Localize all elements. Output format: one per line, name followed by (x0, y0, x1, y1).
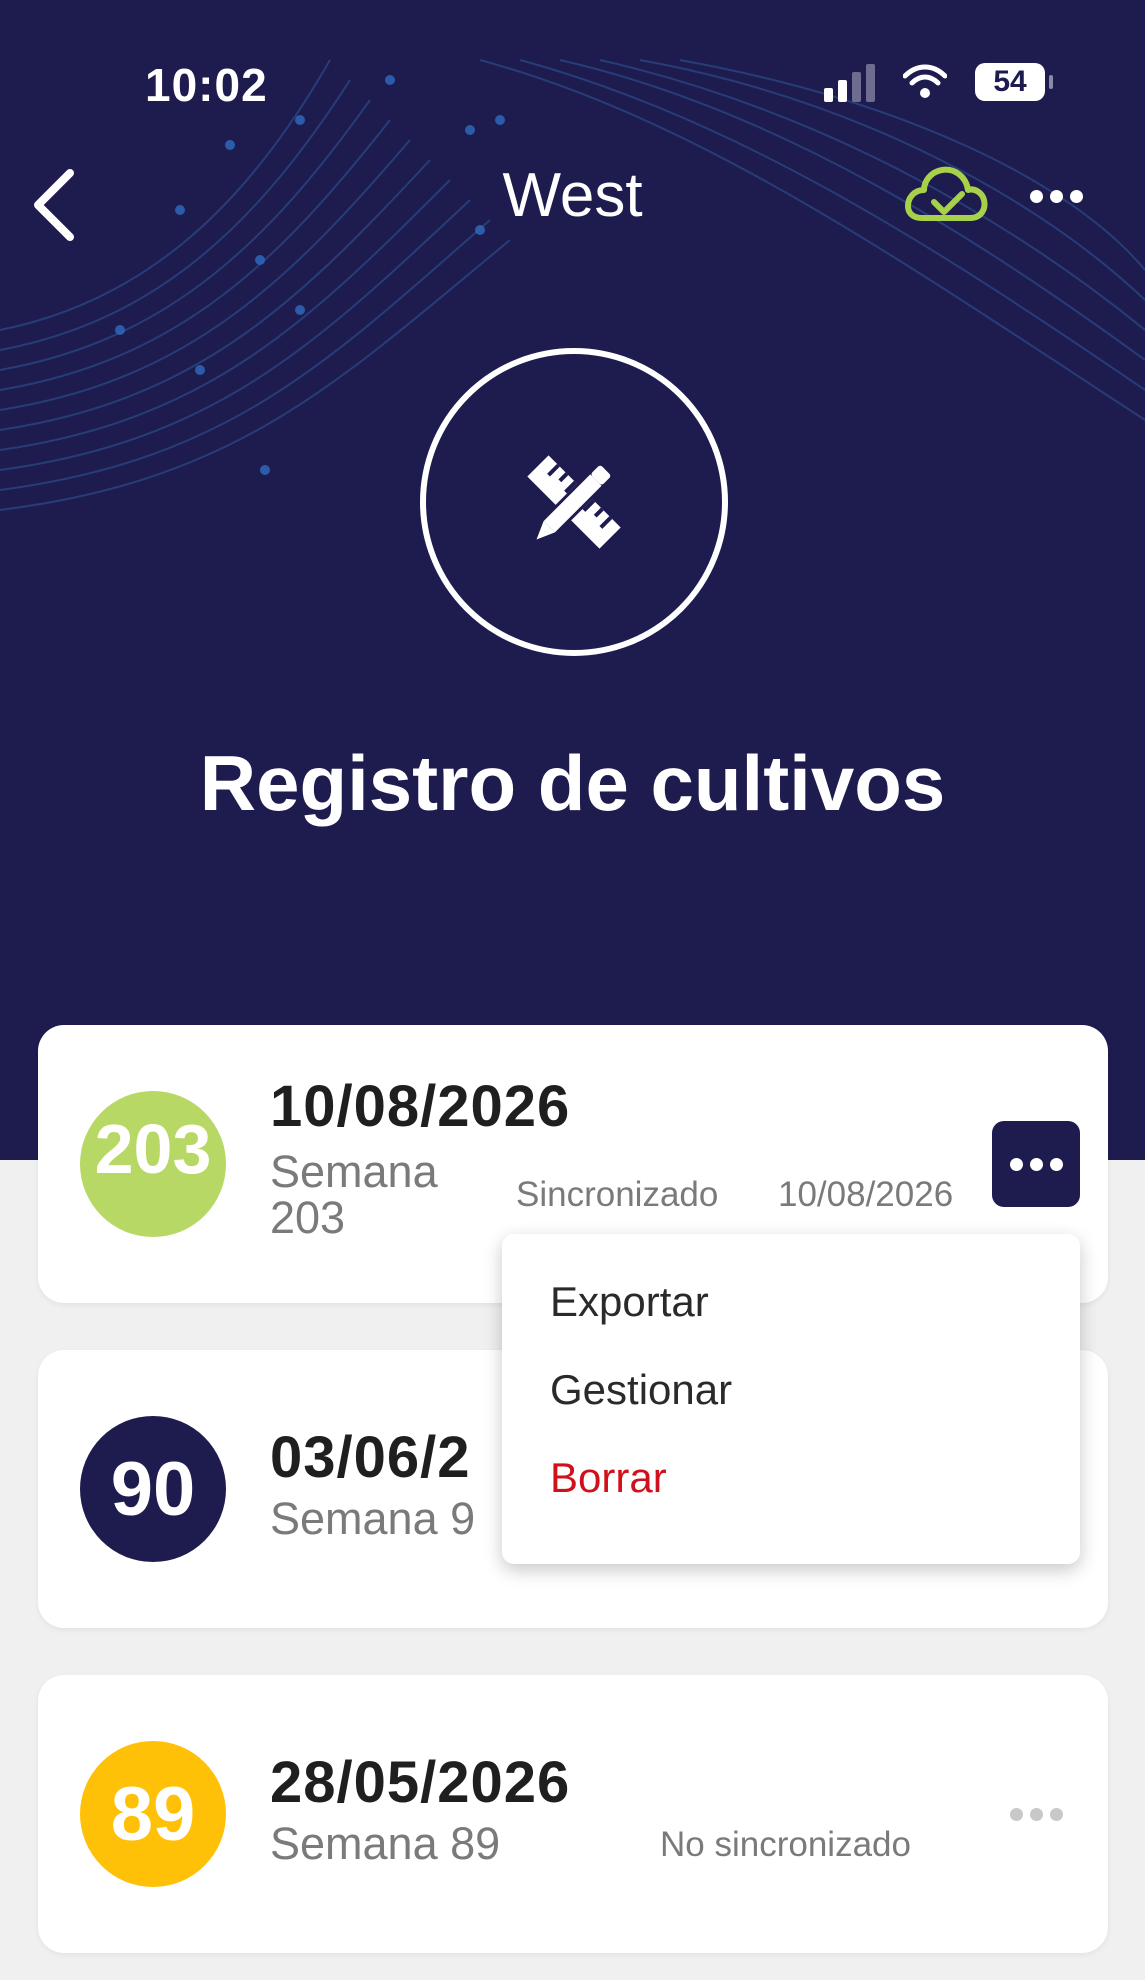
more-options-icon[interactable] (1030, 190, 1083, 203)
feature-icon-circle (420, 348, 728, 656)
context-menu: Exportar Gestionar Borrar (502, 1234, 1080, 1564)
record-more-button[interactable] (992, 1771, 1080, 1857)
record-week-label: Semana (270, 1146, 438, 1197)
record-week-number: 203 (270, 1192, 346, 1243)
menu-item-manage[interactable]: Gestionar (550, 1366, 732, 1414)
record-date: 10/08/2026 (270, 1074, 571, 1139)
record-date: 28/05/2026 (270, 1750, 571, 1815)
record-more-button[interactable] (992, 1121, 1080, 1207)
record-week: Semana 9 (270, 1493, 476, 1544)
menu-item-export[interactable]: Exportar (550, 1278, 709, 1326)
cloud-check-icon[interactable] (900, 160, 990, 230)
week-badge: 90 (80, 1416, 226, 1562)
menu-item-delete[interactable]: Borrar (550, 1454, 667, 1502)
page-title: Registro de cultivos (199, 739, 946, 827)
record-card[interactable]: 89 28/05/2026 Semana 89 No sincronizado (38, 1675, 1108, 1953)
ruler-pencil-icon (527, 455, 621, 549)
sync-status: Sincronizado (516, 1175, 719, 1214)
week-badge: 89 (80, 1741, 226, 1887)
week-badge: 203 (80, 1091, 226, 1237)
record-week: Semana 89 (270, 1818, 501, 1869)
status-indicators: 54 (824, 62, 1053, 102)
status-time: 10:02 (145, 59, 268, 111)
cellular-signal-icon (824, 62, 875, 102)
hero-header: 10:02 54 West Registro de cultivos (0, 0, 1145, 1160)
sync-date: 10/08/2026 (778, 1175, 954, 1214)
record-date: 03/06/2 (270, 1425, 471, 1490)
wifi-icon (903, 64, 947, 98)
battery-indicator: 54 (975, 63, 1053, 101)
sync-status: No sincronizado (660, 1825, 911, 1864)
